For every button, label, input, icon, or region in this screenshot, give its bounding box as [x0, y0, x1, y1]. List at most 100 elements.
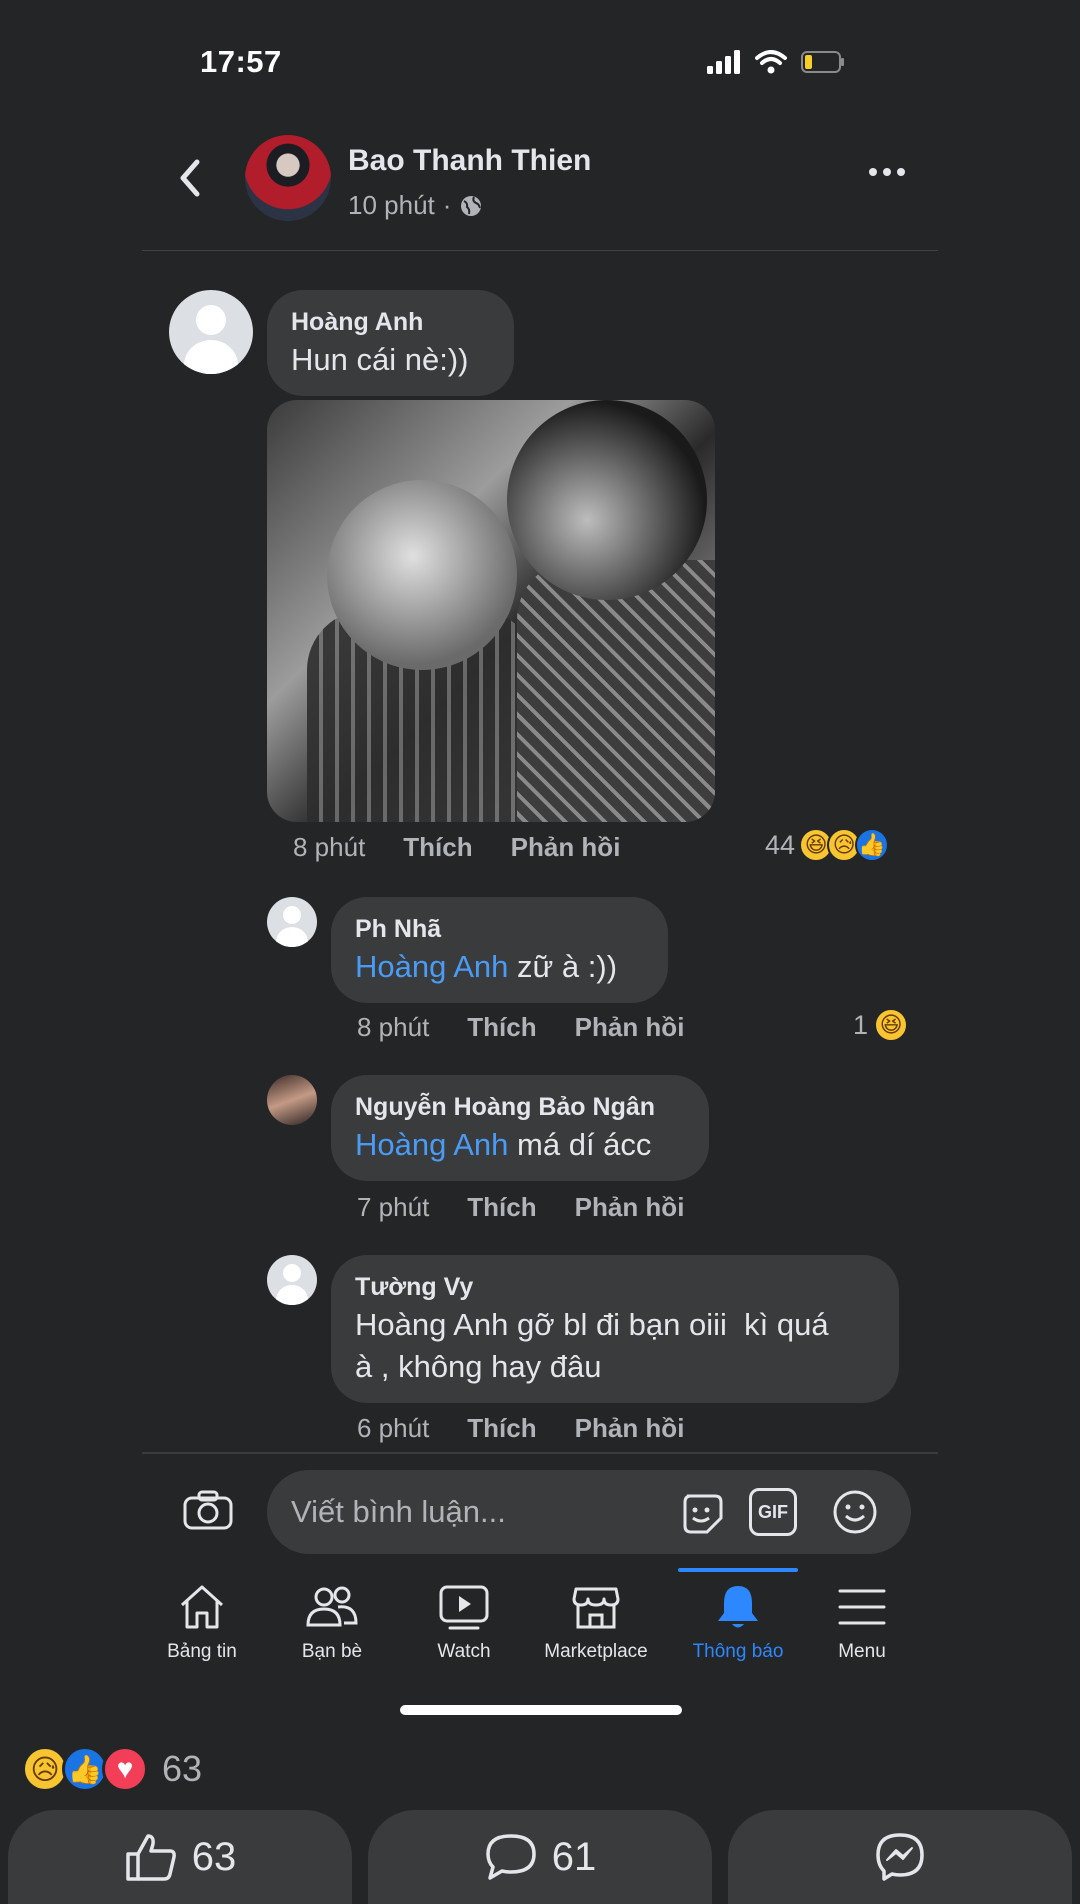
author-name[interactable]: Bao Thanh Thien — [348, 144, 591, 178]
bottom-tab-bar: Bảng tin Bạn bè Watch Marketplace Thông … — [145, 1565, 935, 1685]
tab-watch[interactable]: Watch — [399, 1583, 529, 1663]
commenter-avatar[interactable] — [267, 1255, 317, 1305]
tab-label: Watch — [437, 1641, 491, 1662]
like-icon: 👍 — [855, 828, 890, 862]
thumbs-up-icon — [126, 1834, 176, 1881]
globe-icon — [461, 195, 482, 216]
messenger-action-button[interactable] — [728, 1810, 1072, 1904]
comment-reactions[interactable]: 1 😆 — [853, 1008, 909, 1042]
home-icon — [180, 1585, 224, 1629]
comment-bubble: Hoàng Anh Hun cái nè:)) — [267, 290, 514, 396]
tab-marketplace[interactable]: Marketplace — [531, 1583, 661, 1663]
tab-label: Menu — [838, 1641, 886, 1662]
like-button[interactable]: Thích — [467, 1192, 536, 1223]
status-icons — [707, 50, 845, 74]
camera-icon[interactable] — [183, 1490, 233, 1530]
comment-text-line2: à , không hay đâu — [355, 1349, 602, 1384]
comment-icon — [486, 1834, 536, 1880]
mention-link[interactable]: Hoàng Anh — [355, 949, 508, 984]
comment-meta: 8 phút Thích Phản hồi — [293, 832, 620, 863]
watch-icon — [439, 1585, 489, 1630]
commenter-name[interactable]: Hoàng Anh — [291, 308, 490, 337]
reaction-count: 1 — [853, 1009, 869, 1040]
post-time: 10 phút · — [348, 190, 483, 221]
commenter-avatar[interactable] — [267, 1075, 317, 1125]
post-reaction-count: 63 — [162, 1748, 203, 1789]
comment-text: Hoàng Anh zữ à :)) — [355, 946, 644, 988]
gif-label: GIF — [758, 1501, 788, 1522]
tab-menu[interactable]: Menu — [797, 1583, 927, 1663]
like-button[interactable]: Thích — [403, 832, 472, 863]
like-button[interactable]: Thích — [467, 1012, 536, 1043]
commenter-name[interactable]: Nguyễn Hoàng Bảo Ngân — [355, 1093, 685, 1122]
commenter-name[interactable]: Tường Vy — [355, 1273, 875, 1302]
sticker-icon[interactable] — [677, 1488, 725, 1536]
reply-button[interactable]: Phản hồi — [575, 1413, 685, 1444]
wifi-icon — [755, 50, 787, 74]
reaction-count: 44 — [765, 829, 796, 860]
commenter-name[interactable]: Ph Nhã — [355, 915, 644, 944]
haha-icon: 😆 — [874, 1008, 909, 1042]
post-time-text: 10 phút — [348, 190, 435, 220]
comment-time: 8 phút — [357, 1012, 430, 1042]
battery-icon — [801, 51, 844, 73]
emoji-icon[interactable] — [831, 1488, 879, 1536]
post-reactions[interactable]: 😥 👍 ♥ 63 — [22, 1746, 202, 1792]
tab-label: Thông báo — [692, 1641, 784, 1662]
comment-count: 61 — [551, 1834, 597, 1879]
like-count: 63 — [191, 1834, 237, 1879]
tab-label: Bạn bè — [301, 1641, 363, 1662]
like-action-button[interactable]: 63 — [8, 1810, 352, 1904]
phone-screen: 17:57 Bao Thanh Thien 10 phút · Hoàng An… — [142, 0, 938, 1745]
tab-label: Bảng tin — [167, 1641, 237, 1662]
comment-bubble: Tường Vy Hoàng Anh gỡ bl đi bạn oiii kì … — [331, 1255, 899, 1403]
comment-text: Hoàng Anh má dí ácc — [355, 1124, 685, 1166]
comment-bubble: Ph Nhã Hoàng Anh zữ à :)) — [331, 897, 668, 1003]
tab-notifications[interactable]: Thông báo — [673, 1583, 803, 1663]
comment-composer[interactable]: Viết bình luận... GIF — [267, 1470, 911, 1554]
reply-button[interactable]: Phản hồi — [575, 1192, 685, 1223]
love-icon: ♥ — [102, 1746, 148, 1792]
commenter-avatar[interactable] — [169, 290, 253, 374]
like-button[interactable]: Thích — [467, 1413, 536, 1444]
marketplace-icon — [572, 1587, 620, 1629]
status-time: 17:57 — [200, 44, 282, 79]
messenger-icon — [876, 1833, 924, 1881]
tab-label: Marketplace — [544, 1641, 648, 1662]
comment-meta: 8 phút Thích Phản hồi — [357, 1012, 684, 1043]
signal-icon — [707, 50, 740, 74]
tab-friends[interactable]: Bạn bè — [267, 1583, 397, 1663]
comment-text: Hun cái nè:)) — [291, 342, 469, 377]
reply-button[interactable]: Phản hồi — [575, 1012, 685, 1043]
chevron-left-icon[interactable] — [175, 158, 205, 198]
friends-icon — [306, 1586, 358, 1627]
active-tab-indicator — [678, 1568, 798, 1572]
comment-meta: 7 phút Thích Phản hồi — [357, 1192, 684, 1223]
commenter-avatar[interactable] — [267, 897, 317, 947]
menu-icon — [838, 1589, 886, 1625]
comment-bubble: Nguyễn Hoàng Bảo Ngân Hoàng Anh má dí ác… — [331, 1075, 709, 1181]
post-header: Bao Thanh Thien 10 phút · — [145, 130, 935, 250]
mention-link[interactable]: Hoàng Anh — [355, 1127, 508, 1162]
comment-time: 6 phút — [357, 1413, 430, 1443]
comment-text-body: zữ à :)) — [508, 949, 618, 984]
comment-text-body: má dí ácc — [508, 1127, 652, 1162]
gif-icon[interactable]: GIF — [749, 1488, 797, 1536]
comment-photo[interactable] — [267, 400, 715, 822]
comment-input[interactable]: Viết bình luận... — [291, 1494, 506, 1530]
comment-reactions[interactable]: 44 😆 😥 👍 — [765, 828, 890, 862]
composer-divider — [142, 1452, 938, 1454]
comment-time: 8 phút — [293, 832, 366, 862]
bell-icon — [718, 1586, 758, 1628]
comment-time: 7 phút — [357, 1192, 430, 1222]
tab-home[interactable]: Bảng tin — [137, 1583, 267, 1663]
more-icon[interactable] — [869, 168, 905, 176]
header-divider — [142, 250, 938, 251]
reply-button[interactable]: Phản hồi — [511, 832, 621, 863]
author-avatar[interactable] — [245, 135, 331, 221]
home-indicator — [400, 1705, 682, 1715]
comment-text-line1: Hoàng Anh gỡ bl đi bạn oiii kì quá — [355, 1307, 829, 1342]
comment-action-button[interactable]: 61 — [368, 1810, 712, 1904]
separator-dot: · — [442, 190, 452, 220]
comment-meta: 6 phút Thích Phản hồi — [357, 1413, 684, 1444]
